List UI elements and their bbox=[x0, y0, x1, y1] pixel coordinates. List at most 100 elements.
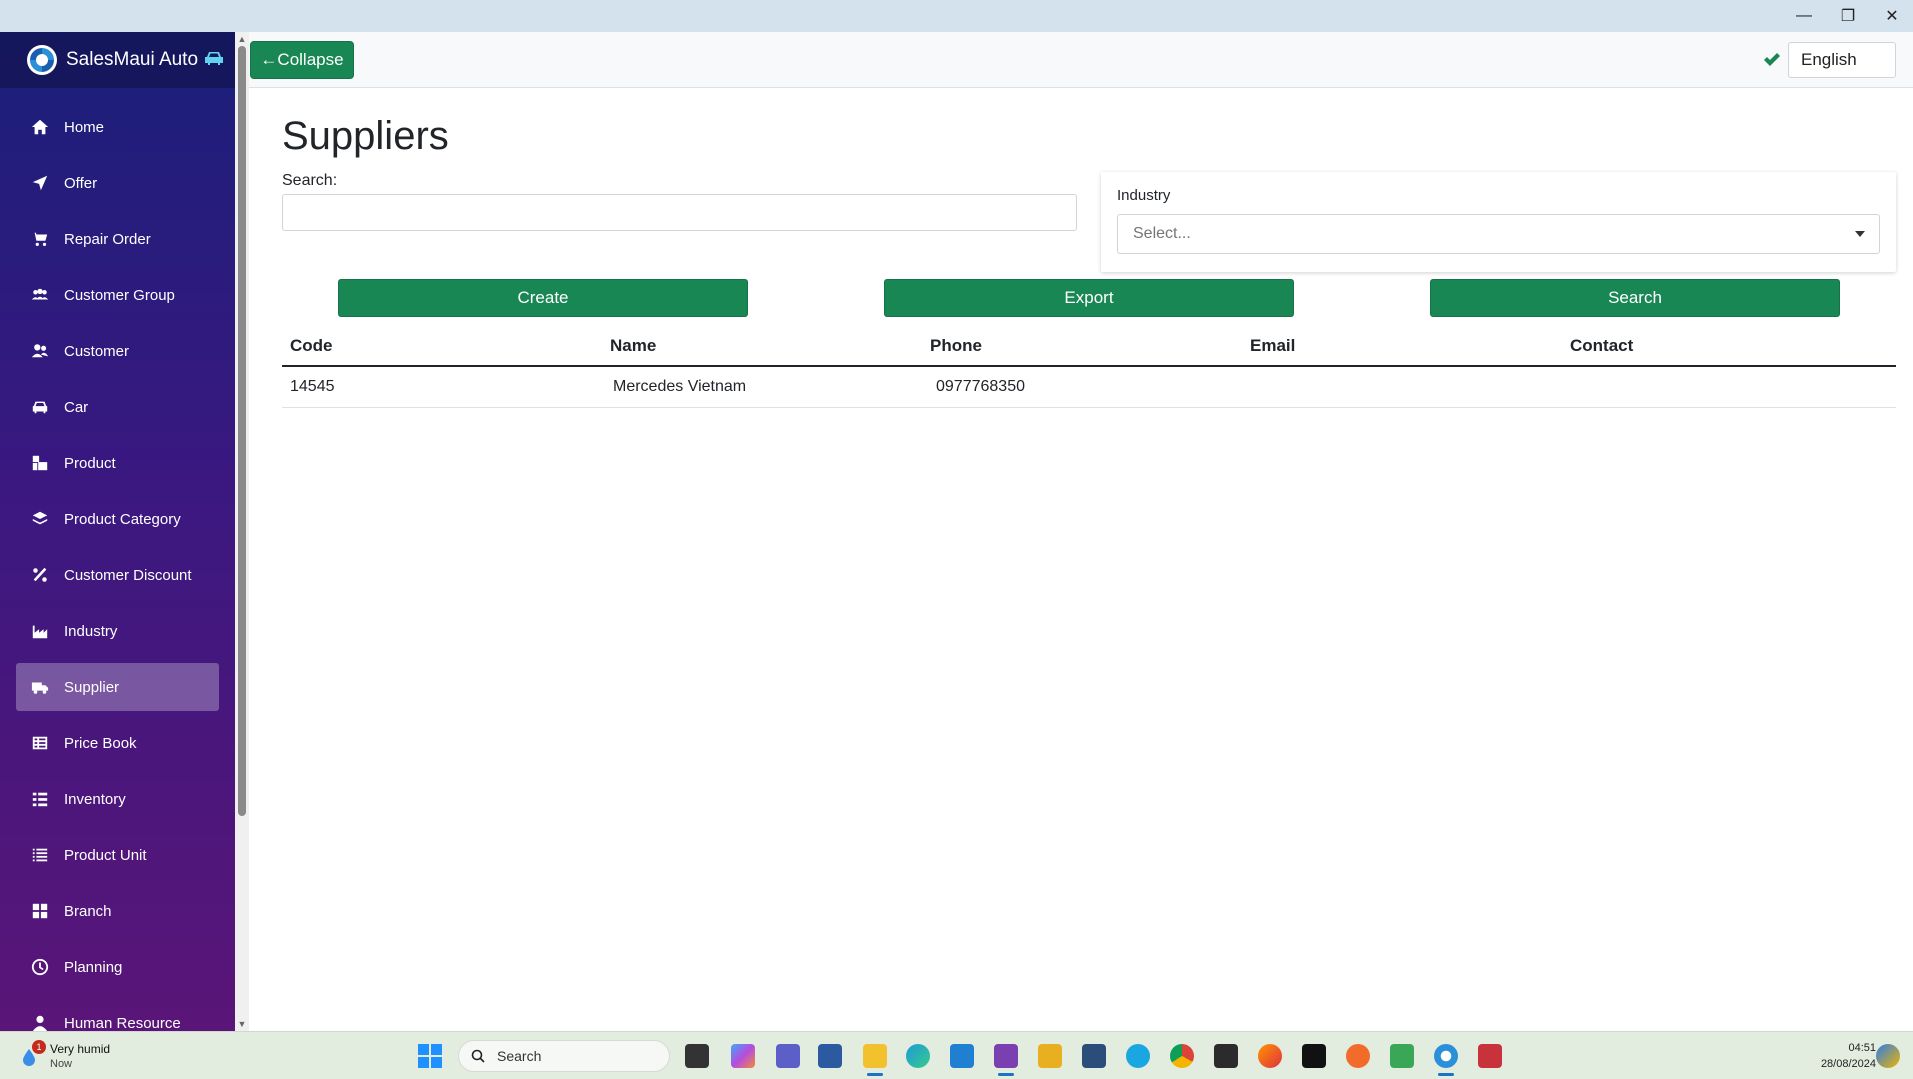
car-icon bbox=[204, 50, 224, 71]
sidebar-item-product-unit[interactable]: Product Unit bbox=[16, 831, 219, 879]
sidebar-item-label: Repair Order bbox=[64, 230, 151, 248]
paper-plane-icon bbox=[30, 173, 50, 193]
skype-icon[interactable] bbox=[1126, 1044, 1150, 1068]
user-icon bbox=[30, 1013, 50, 1031]
column-header-contact[interactable]: Contact bbox=[1562, 327, 1896, 367]
create-button[interactable]: Create bbox=[338, 279, 748, 317]
notification-icon[interactable] bbox=[1876, 1044, 1900, 1068]
sidebar-item-label: Car bbox=[64, 398, 89, 416]
chart-app-icon[interactable] bbox=[1390, 1044, 1414, 1068]
windows-start-icon[interactable] bbox=[418, 1044, 442, 1068]
sidebar-item-label: Product Category bbox=[64, 510, 181, 528]
sidebar-item-repair-order[interactable]: Repair Order bbox=[16, 215, 219, 263]
sidebar-item-product-category[interactable]: Product Category bbox=[16, 495, 219, 543]
edge-icon[interactable] bbox=[906, 1044, 930, 1068]
sidebar-item-car[interactable]: Car bbox=[16, 383, 219, 431]
column-header-email[interactable]: Email bbox=[1242, 327, 1562, 367]
cell-code: 14545 bbox=[282, 366, 602, 408]
app-logo-icon bbox=[26, 44, 58, 76]
sidebar-item-customer-group[interactable]: Customer Group bbox=[16, 271, 219, 319]
truck-icon bbox=[30, 677, 50, 697]
clock-date[interactable]: 28/08/2024 bbox=[1796, 1058, 1876, 1070]
sidebar-item-branch[interactable]: Branch bbox=[16, 887, 219, 935]
task-view-icon[interactable] bbox=[685, 1044, 709, 1068]
sidebar-item-label: Customer Discount bbox=[64, 566, 192, 584]
visual-studio-icon[interactable] bbox=[994, 1044, 1018, 1068]
industry-select-placeholder: Select... bbox=[1133, 225, 1191, 242]
sidebar-item-label: Supplier bbox=[64, 678, 120, 696]
salesmaui-icon[interactable] bbox=[1434, 1044, 1458, 1068]
sidebar-item-label: Industry bbox=[64, 622, 118, 640]
scrollbar-thumb[interactable] bbox=[238, 46, 246, 816]
restore-button[interactable]: ❐ bbox=[1826, 0, 1870, 32]
weather-title: Very humid bbox=[50, 1042, 111, 1056]
sidebar-item-label: Customer bbox=[64, 342, 130, 360]
sidebar-item-label: Branch bbox=[64, 902, 112, 920]
store-icon[interactable] bbox=[818, 1044, 842, 1068]
column-header-code[interactable]: Code bbox=[282, 327, 602, 367]
industry-label: Industry bbox=[1117, 187, 1171, 204]
taskbar-search-placeholder: Search bbox=[497, 1048, 542, 1064]
sidebar-item-inventory[interactable]: Inventory bbox=[16, 775, 219, 823]
sidebar-item-planning[interactable]: Planning bbox=[16, 943, 219, 991]
terminal-icon[interactable] bbox=[1214, 1044, 1238, 1068]
teams-icon[interactable] bbox=[776, 1044, 800, 1068]
copilot-icon[interactable] bbox=[731, 1044, 755, 1068]
export-button[interactable]: Export bbox=[884, 279, 1294, 317]
pycharm-icon[interactable] bbox=[1302, 1044, 1326, 1068]
weather-widget[interactable]: 1 Very humid Now bbox=[18, 1040, 138, 1074]
language-select[interactable]: English bbox=[1788, 42, 1896, 78]
table-row[interactable]: 14545 Mercedes Vietnam 0977768350 bbox=[282, 366, 1896, 408]
snipping-tool-icon[interactable] bbox=[1478, 1044, 1502, 1068]
file-explorer-icon[interactable] bbox=[863, 1044, 887, 1068]
sidebar-item-product[interactable]: Product bbox=[16, 439, 219, 487]
sidebar-item-industry[interactable]: Industry bbox=[16, 607, 219, 655]
boxes-icon bbox=[30, 453, 50, 473]
sidebar-scrollbar[interactable]: ▲ ▼ bbox=[235, 32, 249, 1031]
industry-filter-card: Industry Select... bbox=[1101, 172, 1896, 272]
sidebar-item-label: Product Unit bbox=[64, 846, 147, 864]
sidebar-item-home[interactable]: Home bbox=[16, 103, 219, 151]
sidebar-item-label: Home bbox=[64, 118, 105, 136]
column-header-phone[interactable]: Phone bbox=[922, 327, 1242, 367]
sidebar-item-human-resource[interactable]: Human Resource bbox=[16, 999, 219, 1031]
clock-time[interactable]: 04:51 bbox=[1796, 1042, 1876, 1054]
sql-icon[interactable] bbox=[1082, 1044, 1106, 1068]
scroll-up-icon[interactable]: ▲ bbox=[235, 32, 249, 46]
firefox-icon[interactable] bbox=[1258, 1044, 1282, 1068]
app-icon[interactable] bbox=[1038, 1044, 1062, 1068]
percent-icon bbox=[30, 565, 50, 585]
taskbar-search[interactable]: Search bbox=[458, 1040, 670, 1072]
cell-contact bbox=[1562, 366, 1896, 408]
search-icon bbox=[471, 1049, 485, 1063]
chevron-down-icon[interactable] bbox=[1855, 231, 1865, 237]
table-icon bbox=[30, 733, 50, 753]
search-button[interactable]: Search bbox=[1430, 279, 1840, 317]
top-header: ←Collapse English bbox=[249, 32, 1913, 88]
sidebar: SalesMaui Auto Home Offer Repair Order C… bbox=[0, 32, 235, 1031]
sidebar-item-label: Inventory bbox=[64, 790, 126, 808]
search-label: Search: bbox=[282, 172, 338, 189]
sidebar-item-customer-discount[interactable]: Customer Discount bbox=[16, 551, 219, 599]
table-header-row: Code Name Phone Email Contact bbox=[282, 327, 1896, 367]
sidebar-item-supplier[interactable]: Supplier bbox=[16, 663, 219, 711]
cell-phone: 0977768350 bbox=[922, 366, 1242, 408]
minimize-button[interactable]: — bbox=[1782, 0, 1826, 32]
vscode-icon[interactable] bbox=[950, 1044, 974, 1068]
sidebar-item-label: Planning bbox=[64, 958, 123, 976]
close-window-button[interactable]: ✕ bbox=[1870, 0, 1913, 32]
column-header-name[interactable]: Name bbox=[602, 327, 922, 367]
sidebar-item-offer[interactable]: Offer bbox=[16, 159, 219, 207]
brand[interactable]: SalesMaui Auto bbox=[0, 32, 235, 88]
scroll-down-icon[interactable]: ▼ bbox=[235, 1017, 249, 1031]
collapse-button[interactable]: ←Collapse bbox=[250, 41, 354, 79]
sidebar-item-price-book[interactable]: Price Book bbox=[16, 719, 219, 767]
window-titlebar: — ❐ ✕ bbox=[0, 0, 1913, 32]
postman-icon[interactable] bbox=[1346, 1044, 1370, 1068]
sidebar-item-customer[interactable]: Customer bbox=[16, 327, 219, 375]
industry-select[interactable]: Select... bbox=[1117, 214, 1880, 254]
search-input[interactable] bbox=[282, 194, 1077, 231]
clock-icon bbox=[30, 957, 50, 977]
chrome-icon[interactable] bbox=[1170, 1044, 1194, 1068]
active-indicator bbox=[998, 1073, 1014, 1076]
